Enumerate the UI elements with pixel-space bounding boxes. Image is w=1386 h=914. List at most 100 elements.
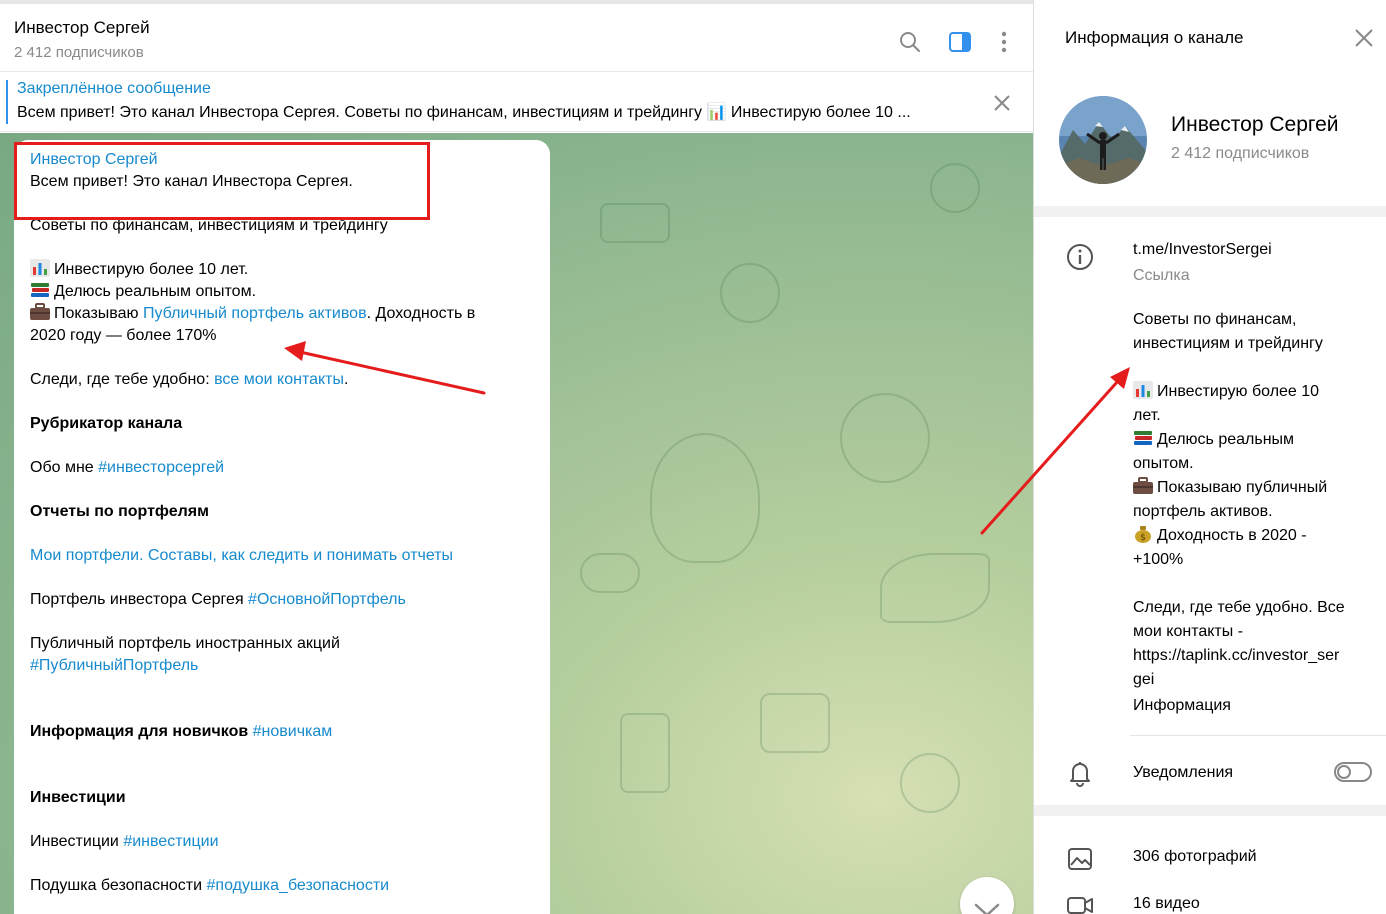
channel-avatar[interactable] <box>1059 96 1147 184</box>
divider <box>1130 735 1386 736</box>
description-line: лет. <box>1133 407 1161 424</box>
channel-info-panel: Информация о канале Инвестор Сергей 2 41… <box>1033 0 1386 914</box>
description-line: Показываю публичный <box>1133 476 1327 500</box>
toggle-knob <box>1337 765 1351 779</box>
channel-link[interactable]: t.me/InvestorSergei <box>1133 238 1272 262</box>
message-advice: Советы по финансам, инвестициям и трейди… <box>30 217 388 234</box>
public-foreign-line: Публичный портфель иностранных акций <box>30 635 340 652</box>
channel-subscribers: 2 412 подписчиков <box>1171 145 1310 162</box>
message-line-show-suffix: . Доходность в <box>366 305 476 322</box>
svg-text:$: $ <box>1140 533 1146 543</box>
description-line: мои контакты - <box>1133 623 1244 640</box>
message-author[interactable]: Инвестор Сергей <box>30 149 158 171</box>
hashtag-newbies[interactable]: #новичкам <box>253 723 333 740</box>
info-panel-title: Информация о канале <box>1065 28 1244 47</box>
channel-name: Инвестор Сергей <box>1171 113 1339 136</box>
newbies-prefix: Информация для новичков <box>30 723 253 740</box>
description-line: $ Доходность в 2020 - <box>1133 524 1307 548</box>
chat-header[interactable]: Инвестор Сергей 2 412 подписчиков <box>0 0 1033 72</box>
background-doodle <box>900 753 960 813</box>
hashtag-main-portfolio[interactable]: #ОсновнойПортфель <box>248 591 406 608</box>
taplink-link-continued[interactable]: gei <box>1133 668 1154 692</box>
background-doodle <box>620 713 670 793</box>
chat-title[interactable]: Инвестор Сергей <box>14 18 150 38</box>
description-line: инвестициям и трейдингу <box>1133 335 1323 352</box>
hashtag-investments[interactable]: #инвестиции <box>123 833 218 850</box>
sidebar-toggle-icon[interactable] <box>948 30 972 54</box>
hashtag-public-portfolio[interactable]: #ПубличныйПортфель <box>30 657 198 674</box>
message-line-share-text: Делюсь реальным опытом. <box>54 283 257 300</box>
description-line: Инвестирую более 10 <box>1133 380 1319 404</box>
message-greeting: Всем привет! Это канал Инвестора Сергея. <box>30 173 353 190</box>
description-text: Делюсь реальным <box>1157 431 1295 448</box>
taplink-link[interactable]: https://taplink.cc/investor_ser <box>1133 644 1339 668</box>
hashtag-investorsergey[interactable]: #инвесторсергей <box>98 459 224 476</box>
briefcase-icon <box>30 303 50 321</box>
description-line: портфель активов. <box>1133 503 1273 520</box>
newbies-line: Информация для новичков #новичкам <box>30 721 332 743</box>
message-follow: Следи, где тебе удобно: все мои контакты… <box>30 369 348 391</box>
reports-heading: Отчеты по портфелям <box>30 503 209 520</box>
cushion-line: Подушка безопасности #подушка_безопаснос… <box>30 875 389 897</box>
background-doodle <box>760 693 830 753</box>
description-line: Советы по финансам, <box>1133 311 1297 328</box>
message-line-invest: Инвестирую более 10 лет. <box>30 259 248 281</box>
description-line: Следи, где тебе удобно. Все <box>1133 599 1345 616</box>
description-line: Делюсь реальным <box>1133 428 1294 452</box>
message-line-show-prefix: Показываю <box>54 305 143 322</box>
scroll-down-button[interactable] <box>960 877 1014 914</box>
more-vertical-icon[interactable] <box>992 30 1016 54</box>
notifications-label: Уведомления <box>1133 764 1234 781</box>
photo-icon <box>1065 844 1095 874</box>
sergey-portfolio-line: Портфель инвестора Сергея #ОсновнойПортф… <box>30 589 406 611</box>
section-divider <box>1034 805 1386 816</box>
close-icon[interactable] <box>1352 26 1376 50</box>
message-line-share: Делюсь реальным опытом. <box>30 281 256 303</box>
pinned-indicator <box>6 80 8 124</box>
briefcase-icon <box>1133 477 1153 495</box>
background-doodle <box>600 203 670 243</box>
chevron-down-icon <box>974 903 1000 914</box>
chat-subscriber-count: 2 412 подписчиков <box>14 44 144 61</box>
background-doodle <box>840 393 930 483</box>
background-doodle <box>880 553 990 623</box>
bar-chart-icon <box>1133 381 1153 399</box>
background-doodle <box>650 433 760 563</box>
books-icon <box>30 281 50 299</box>
photos-count[interactable]: 306 фотографий <box>1133 845 1257 869</box>
videos-count[interactable]: 16 видео <box>1133 892 1200 914</box>
about-line: Обо мне #инвесторсергей <box>30 457 224 479</box>
section-divider <box>1034 206 1386 217</box>
my-portfolios-link[interactable]: Мои портфели. Составы, как следить и пон… <box>30 547 453 564</box>
rubric-heading: Рубрикатор канала <box>30 415 183 432</box>
all-contacts-link[interactable]: все мои контакты <box>214 371 344 388</box>
description-label: Информация <box>1133 697 1231 714</box>
notifications-toggle[interactable] <box>1334 762 1372 782</box>
info-icon <box>1065 242 1095 272</box>
books-icon <box>1133 429 1153 447</box>
portfolios-line: Мои портфели. Составы, как следить и пон… <box>30 545 453 567</box>
investments-heading: Инвестиции <box>30 789 126 806</box>
hashtag-safety-cushion[interactable]: #подушка_безопасности <box>207 877 390 894</box>
background-doodle <box>580 553 640 593</box>
video-icon <box>1065 890 1095 914</box>
message-line-invest-text: Инвестирую более 10 лет. <box>54 261 249 278</box>
search-icon[interactable] <box>898 30 922 54</box>
description-text: Инвестирую более 10 <box>1157 383 1320 400</box>
background-doodle <box>930 163 980 213</box>
close-icon[interactable] <box>990 91 1014 115</box>
chat-panel: Инвестор Сергей 2 412 подписчиков Закреп… <box>0 0 1033 914</box>
bell-icon <box>1065 758 1095 788</box>
money-bag-icon: $ <box>1133 525 1153 543</box>
message-line-2020: 2020 году — более 170% <box>30 327 217 344</box>
bar-chart-icon <box>30 259 50 277</box>
description-text: Доходность в 2020 - <box>1157 527 1307 544</box>
message-line-show: Показываю Публичный портфель активов. До… <box>30 303 475 325</box>
public-portfolio-link[interactable]: Публичный портфель активов <box>143 305 367 322</box>
background-doodle <box>720 263 780 323</box>
public-tag-line: #ПубличныйПортфель <box>30 655 198 677</box>
message-follow-prefix: Следи, где тебе удобно: <box>30 371 215 388</box>
description-line: +100% <box>1133 551 1184 568</box>
pinned-message[interactable]: Закреплённое сообщение Всем привет! Это … <box>0 72 1033 132</box>
about-prefix: Обо мне <box>30 459 99 476</box>
